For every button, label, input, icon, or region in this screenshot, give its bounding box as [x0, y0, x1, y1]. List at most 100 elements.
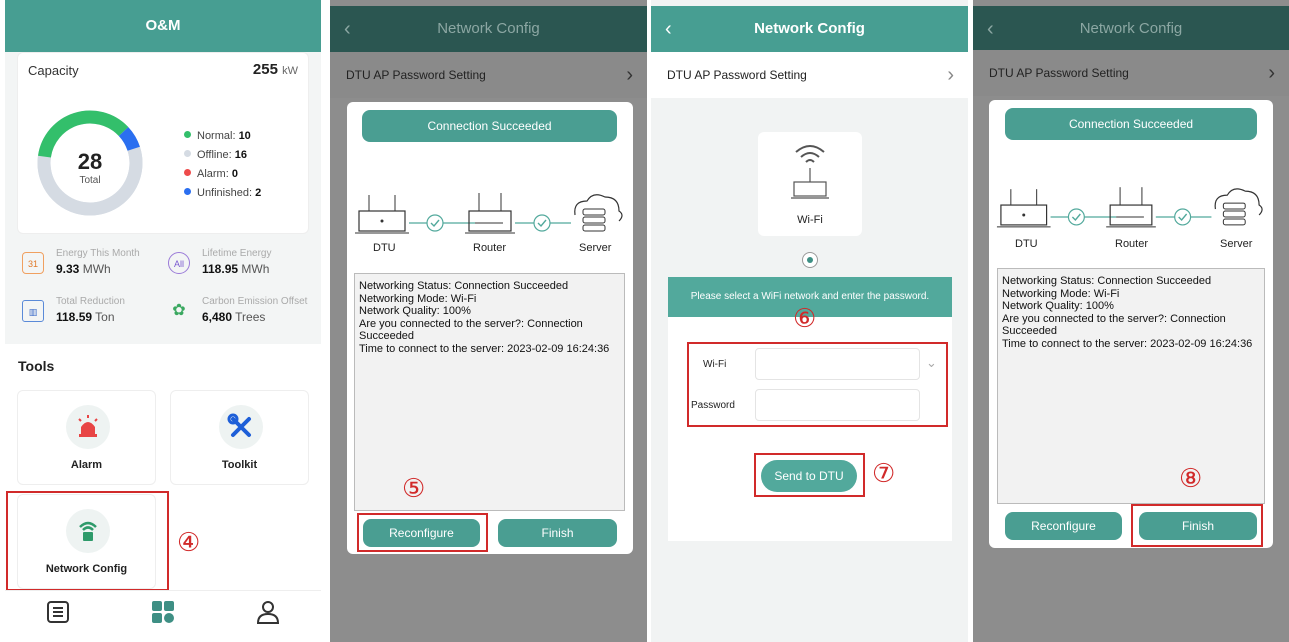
- dtu-label: DTU: [1015, 238, 1038, 250]
- check-icon: [533, 214, 551, 232]
- stat-energy-this-month[interactable]: 31 Energy This Month 9.33 MWh: [22, 248, 172, 288]
- om-screen: O&M Capacity 255 kW 28 Total Normal: 10 …: [5, 0, 321, 642]
- legend-alarm: Alarm: 0: [184, 165, 261, 184]
- back-icon[interactable]: ‹: [987, 6, 994, 52]
- step-8-marker: ⑧: [1179, 464, 1203, 494]
- alarm-dot-icon: [184, 169, 191, 176]
- donut-total-value: 28: [77, 149, 103, 174]
- alarm-tool-button[interactable]: Alarm: [17, 390, 156, 485]
- bottom-tab-bar: [5, 590, 321, 642]
- page-title: Network Config: [437, 20, 540, 37]
- stat-title: Energy This Month: [56, 248, 140, 259]
- tab-profile-icon[interactable]: [255, 599, 281, 625]
- toolkit-icon: [219, 405, 263, 449]
- alarm-icon: [66, 405, 110, 449]
- stat-carbon-offset[interactable]: ✿ Carbon Emission Offset 6,480 Trees: [168, 296, 318, 336]
- log-line: Are you connected to the server?: Connec…: [359, 317, 583, 343]
- chevron-right-icon: ›: [626, 64, 633, 86]
- wifi-mode-label: Wi-Fi: [797, 214, 823, 226]
- stat-value: 118.59 Ton: [56, 310, 115, 324]
- step-6-marker: ⑥: [793, 304, 817, 334]
- ap-password-setting-row[interactable]: DTU AP Password Setting ›: [651, 52, 968, 98]
- dtu-device-icon: [355, 195, 409, 234]
- ap-password-setting-row[interactable]: DTU AP Password Setting ›: [330, 52, 647, 98]
- log-line: Networking Status: Connection Succeeded: [1002, 275, 1212, 287]
- stat-title: Total Reduction: [56, 296, 125, 307]
- capacity-card[interactable]: Capacity 255 kW 28 Total Normal: 10 Offl…: [17, 52, 309, 234]
- connection-result-dialog: Connection Succeeded DTU Router Server N…: [989, 100, 1273, 548]
- log-line: Network Quality: 100%: [1002, 300, 1114, 312]
- ap-password-setting-row[interactable]: DTU AP Password Setting ›: [973, 50, 1289, 96]
- page-title: Network Config: [1079, 20, 1183, 37]
- unfinished-dot-icon: [184, 188, 191, 195]
- network-config-header: ‹ Network Config: [330, 6, 647, 52]
- highlight-box: [754, 453, 865, 497]
- offline-dot-icon: [184, 150, 191, 157]
- step-7-marker: ⑦: [872, 459, 896, 489]
- stat-value: 9.33 MWh: [56, 262, 111, 276]
- network-config-finish-screen: ‹ Network Config DTU AP Password Setting…: [973, 0, 1289, 642]
- highlight-box: [687, 342, 948, 427]
- tab-apps-icon[interactable]: [150, 599, 176, 625]
- highlight-box: [6, 491, 169, 591]
- finish-button[interactable]: Finish: [498, 519, 617, 547]
- stat-value: 118.95 MWh: [202, 262, 270, 276]
- status-donut-chart: 28 Total: [36, 109, 144, 217]
- ap-password-setting-label: DTU AP Password Setting: [989, 66, 1129, 80]
- server-cloud-icon: [1214, 188, 1263, 226]
- donut-total-label: Total: [79, 175, 101, 186]
- check-icon: [1174, 208, 1192, 226]
- stat-value: 6,480 Trees: [202, 310, 266, 324]
- log-line: Network Quality: 100%: [359, 305, 471, 317]
- network-config-header: ‹ Network Config: [973, 6, 1289, 52]
- network-config-wifi-screen: ‹ Network Config DTU AP Password Setting…: [651, 0, 968, 642]
- calendar-icon: 31: [22, 252, 44, 274]
- ap-password-setting-label: DTU AP Password Setting: [346, 68, 486, 82]
- connection-status-banner: Connection Succeeded: [1005, 108, 1257, 140]
- check-icon: [426, 214, 444, 232]
- capacity-value: 255 kW: [252, 61, 298, 78]
- all-icon: All: [168, 252, 190, 274]
- legend-offline: Offline: 16: [184, 146, 261, 165]
- back-icon[interactable]: ‹: [344, 6, 351, 52]
- connection-status-banner: Connection Succeeded: [362, 110, 617, 142]
- om-title: O&M: [5, 0, 321, 52]
- log-line: Networking Mode: Wi-Fi: [359, 292, 477, 305]
- highlight-box: [1131, 504, 1263, 547]
- wifi-mode-card[interactable]: Wi-Fi: [758, 132, 862, 236]
- capacity-label: Capacity: [28, 63, 79, 78]
- server-cloud-icon: [574, 194, 623, 232]
- stat-lifetime-energy[interactable]: All Lifetime Energy 118.95 MWh: [168, 248, 318, 288]
- normal-dot-icon: [184, 131, 191, 138]
- stat-title: Carbon Emission Offset: [202, 296, 308, 307]
- step-4-marker: ④: [177, 528, 201, 558]
- networking-status-log: Networking Status: Connection Succeeded …: [997, 268, 1265, 504]
- log-line: Are you connected to the server?: Connec…: [1002, 312, 1226, 338]
- toolkit-tool-button[interactable]: Toolkit: [170, 390, 309, 485]
- alarm-tool-label: Alarm: [70, 459, 103, 471]
- toolkit-tool-label: Toolkit: [221, 459, 258, 471]
- router-icon: [1106, 187, 1156, 228]
- chevron-right-icon: ›: [947, 64, 954, 86]
- log-line: Networking Mode: Wi-Fi: [1002, 287, 1120, 300]
- back-icon[interactable]: ‹: [665, 6, 672, 52]
- network-config-dim-screen: ‹ Network Config DTU AP Password Setting…: [330, 0, 647, 642]
- wifi-mode-radio[interactable]: [802, 252, 818, 268]
- factory-icon: ▥: [22, 300, 44, 322]
- log-line: Time to connect to the server: 2023-02-0…: [359, 342, 610, 355]
- ap-password-setting-label: DTU AP Password Setting: [667, 68, 807, 82]
- step-5-marker: ⑤: [402, 474, 426, 504]
- highlight-box: [357, 513, 488, 552]
- status-legend: Normal: 10 Offline: 16 Alarm: 0 Unfinish…: [184, 127, 261, 203]
- page-title: Network Config: [754, 20, 865, 37]
- tab-reports-icon[interactable]: [45, 599, 71, 625]
- log-line: Networking Status: Connection Succeeded: [359, 280, 569, 292]
- tree-icon: ✿: [172, 302, 186, 319]
- stat-title: Lifetime Energy: [202, 248, 272, 259]
- router-icon: [465, 193, 515, 234]
- check-icon: [1067, 208, 1085, 226]
- dtu-device-icon: [996, 189, 1051, 228]
- reconfigure-button[interactable]: Reconfigure: [1005, 512, 1122, 540]
- log-line: Time to connect to the server: 2023-02-0…: [1002, 337, 1253, 350]
- stat-total-reduction[interactable]: ▥ Total Reduction 118.59 Ton: [22, 296, 172, 336]
